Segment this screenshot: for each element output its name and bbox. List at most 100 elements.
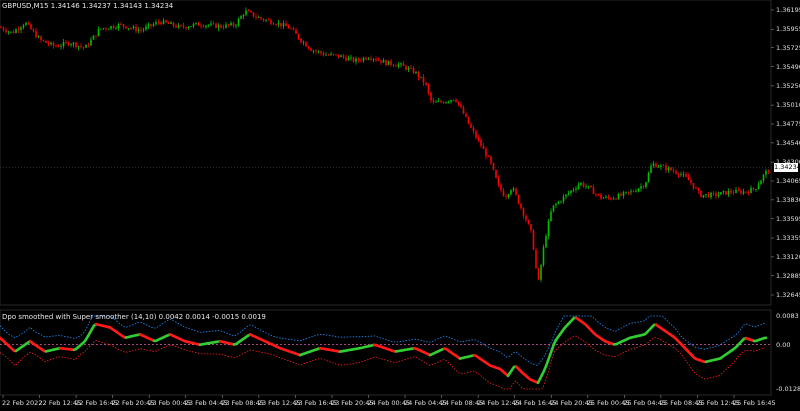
time-tick: 25 Feb 16:45 — [733, 399, 776, 407]
candle-body — [692, 182, 695, 189]
candle-body — [272, 23, 275, 25]
candle-body — [227, 24, 230, 26]
candle-body — [477, 137, 480, 140]
candle-body — [42, 40, 45, 41]
candle-body — [515, 188, 517, 195]
candle-body — [362, 57, 365, 61]
candle-body — [380, 60, 382, 63]
candle-body — [745, 191, 747, 193]
candle-body — [247, 10, 250, 12]
candle-body — [240, 16, 242, 19]
candle-body — [312, 50, 315, 52]
candle-body — [525, 215, 527, 221]
candle-body — [455, 99, 457, 102]
candle-body — [542, 247, 545, 265]
candle-body — [170, 22, 172, 24]
candle-body — [687, 176, 690, 181]
candle-body — [767, 170, 770, 172]
price-tick: 1.33355 — [776, 234, 800, 242]
candle-body — [600, 194, 602, 199]
candle-body — [482, 145, 485, 149]
candle-body — [87, 44, 90, 46]
candle-body — [547, 221, 550, 236]
candle-body — [200, 25, 202, 27]
candle-body — [0, 27, 2, 29]
candle-body — [32, 29, 35, 32]
candle-body — [172, 22, 175, 26]
price-tick: 1.35250 — [776, 81, 800, 90]
candle-body — [17, 29, 20, 31]
candle-body — [717, 194, 720, 197]
price-tick: 1.35725 — [776, 43, 800, 52]
candle-body — [162, 20, 165, 25]
candle-body — [760, 180, 762, 185]
candle-body — [307, 46, 310, 49]
candle-body — [647, 173, 650, 183]
candle-body — [550, 211, 552, 222]
candle-body — [415, 71, 417, 74]
price-tick: 1.32885 — [776, 271, 800, 280]
indicator-tick: 0.00 — [776, 340, 791, 349]
candle-body — [662, 165, 665, 167]
candle-body — [107, 28, 110, 30]
candle-body — [402, 63, 405, 66]
candle-body — [190, 26, 192, 28]
candle-body — [217, 25, 220, 28]
candle-body — [492, 162, 495, 170]
candle-body — [740, 190, 742, 194]
candle-body — [702, 195, 705, 198]
candle-body — [177, 24, 180, 28]
candle-body — [300, 38, 302, 43]
candle-body — [137, 30, 140, 32]
candle-body — [165, 20, 167, 23]
price-tick: 1.34065 — [776, 177, 800, 185]
candle-body — [655, 163, 657, 168]
candle-body — [112, 26, 115, 29]
candle-body — [410, 67, 412, 69]
candle-body — [605, 196, 607, 198]
candle-body — [175, 25, 177, 28]
candle-body — [95, 35, 97, 37]
candle-body — [387, 60, 390, 66]
candle-body — [420, 76, 422, 78]
candle-body — [612, 198, 615, 200]
chart-canvas[interactable] — [0, 0, 800, 411]
candle-body — [10, 31, 12, 33]
candle-body — [487, 156, 490, 158]
candle-body — [582, 182, 585, 187]
candle-body — [500, 184, 502, 191]
candle-body — [722, 191, 725, 193]
candle-body — [357, 58, 360, 61]
candle-body — [522, 208, 525, 216]
candle-body — [510, 190, 512, 195]
candle-body — [12, 31, 15, 33]
candle-body — [632, 191, 635, 193]
candle-body — [645, 182, 647, 188]
main-pane-frame — [0, 0, 772, 306]
candle-body — [140, 30, 142, 31]
candle-body — [417, 71, 420, 78]
candle-body — [672, 170, 675, 172]
candle-body — [317, 51, 320, 53]
candle-body — [347, 57, 350, 61]
candle-body — [330, 53, 332, 55]
candle-body — [432, 100, 435, 103]
candle-body — [765, 170, 767, 175]
candle-body — [77, 45, 80, 48]
candle-body — [25, 22, 27, 26]
candle-body — [72, 42, 75, 45]
candle-body — [50, 42, 52, 45]
candle-body — [305, 42, 307, 47]
candle-body — [325, 54, 327, 56]
lower-band — [0, 335, 766, 390]
candle-body — [242, 14, 245, 17]
indicator-pane-frame — [0, 309, 772, 396]
candle-body — [182, 25, 185, 28]
candle-body — [450, 99, 452, 102]
chart-window[interactable]: GBPUSD,M15 1.34146 1.34237 1.34143 1.342… — [0, 0, 800, 411]
candle-body — [205, 25, 207, 27]
candle-body — [397, 64, 400, 67]
candle-body — [277, 22, 280, 25]
candle-body — [192, 23, 195, 27]
candle-body — [675, 171, 677, 174]
